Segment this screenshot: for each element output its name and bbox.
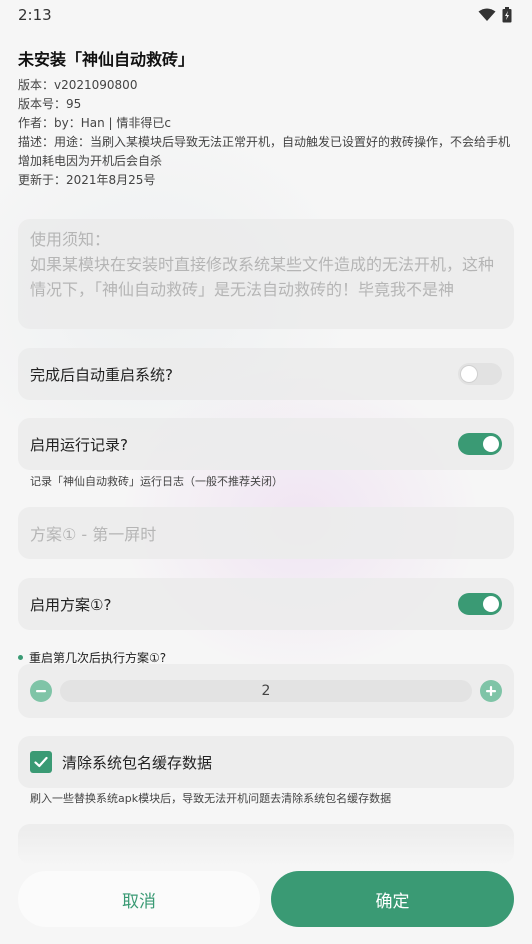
wifi-icon	[478, 8, 496, 21]
cancel-button[interactable]: 取消	[18, 871, 260, 927]
plan1-enable-row[interactable]: 启用方案①?	[18, 578, 514, 630]
stepper-value[interactable]: 2	[60, 680, 472, 702]
page-title: 未安装「神仙自动救砖」	[18, 50, 195, 69]
bullet-dot-icon	[18, 655, 23, 660]
notice-body: 如果某模块在安装时直接修改系统某些文件造成的无法开机，这种情况下，「神仙自动救砖…	[30, 255, 495, 299]
auto-reboot-toggle[interactable]	[458, 363, 502, 385]
toggle-knob	[461, 366, 477, 382]
reboot-count-stepper: 2	[18, 664, 514, 718]
module-description: 描述：用途：当刷入某模块后导致无法正常开机，自动触发已设置好的救砖操作，不会给手…	[18, 135, 511, 168]
module-author: 作者：by：Han | 情非得已c	[18, 116, 171, 130]
auto-reboot-label: 完成后自动重启系统?	[30, 365, 173, 384]
toggle-knob	[483, 596, 499, 612]
clear-cache-checkbox[interactable]	[30, 751, 52, 773]
module-install-dialog: 未安装「神仙自动救砖」 版本：v2021090800 版本号：95 作者：by：…	[0, 0, 532, 944]
confirm-button[interactable]: 确定	[271, 871, 514, 927]
auto-reboot-row[interactable]: 完成后自动重启系统?	[18, 348, 514, 400]
plan1-enable-label: 启用方案①?	[30, 595, 112, 614]
module-version: 版本：v2021090800	[18, 78, 138, 92]
check-icon	[34, 756, 48, 768]
plus-icon[interactable]	[480, 680, 502, 702]
clear-cache-hint: 刷入一些替换系统apk模块后，导致无法开机问题去清除系统包名缓存数据	[30, 792, 392, 805]
notice-card: 使用须知： 如果某模块在安装时直接修改系统某些文件造成的无法开机，这种情况下，「…	[18, 219, 514, 329]
status-icons	[478, 7, 512, 23]
run-log-hint: 记录「神仙自动救砖」运行日志（一般不推荐关闭）	[30, 475, 283, 488]
status-time: 2:13	[18, 6, 52, 24]
toggle-knob	[483, 436, 499, 452]
notice-heading: 使用须知：	[30, 230, 111, 249]
status-bar: 2:13	[0, 0, 532, 30]
clear-cache-label: 清除系统包名缓存数据	[62, 753, 213, 772]
module-updated: 更新于：2021年8月25号	[18, 173, 156, 187]
run-log-row[interactable]: 启用运行记录?	[18, 418, 514, 470]
plan1-enable-toggle[interactable]	[458, 593, 502, 615]
plan1-section-title: 方案① - 第一屏时	[18, 507, 514, 559]
run-log-label: 启用运行记录?	[30, 435, 128, 454]
clear-cache-row[interactable]: 清除系统包名缓存数据	[18, 736, 514, 788]
module-version-code: 版本号：95	[18, 97, 82, 111]
battery-icon	[502, 7, 512, 23]
minus-icon[interactable]	[30, 680, 52, 702]
module-meta: 版本：v2021090800 版本号：95 作者：by：Han | 情非得已c …	[18, 76, 518, 190]
run-log-toggle[interactable]	[458, 433, 502, 455]
